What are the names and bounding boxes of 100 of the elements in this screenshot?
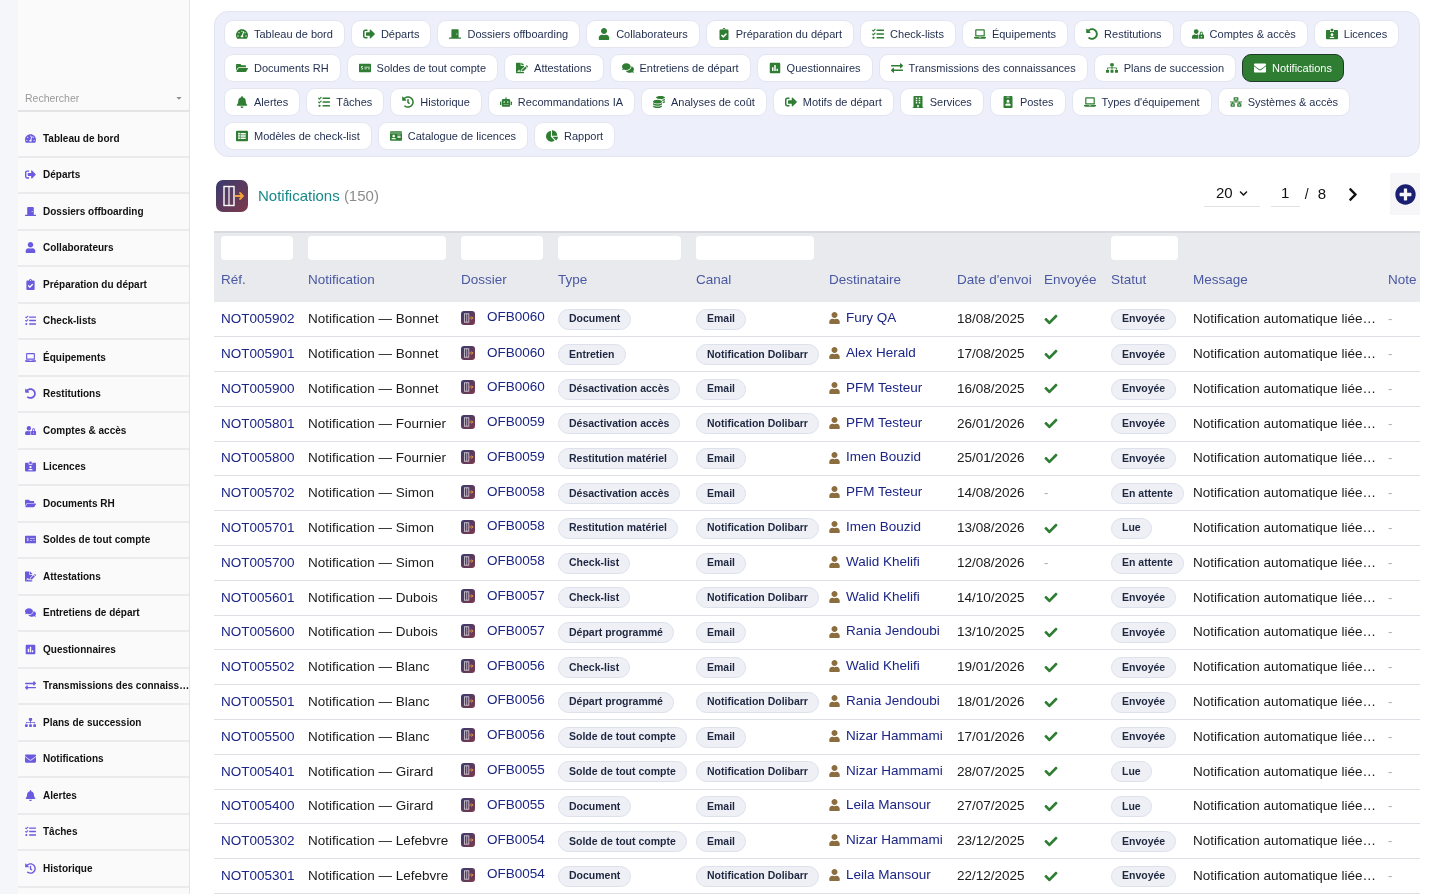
nav-tab[interactable]: Notifications [1242,54,1344,82]
recipient-link[interactable]: Walid Khelifi [846,551,920,573]
reference-link[interactable]: NOT005900 [221,380,295,396]
nav-tab[interactable]: Dossiers offboarding [437,20,581,48]
recipient-link[interactable]: Leila Mansour [846,795,931,816]
sidebar-item[interactable]: Alertes [18,778,189,815]
nav-tab[interactable]: Attestations [504,54,604,82]
sidebar-item[interactable]: Questionnaires [18,632,189,669]
reference-link[interactable]: NOT005401 [221,763,295,779]
page-size-select[interactable]: 20 [1203,181,1260,207]
nav-tab[interactable]: Motifs de départ [772,88,894,116]
dossier-link[interactable]: OFB0059 [487,446,545,468]
sidebar-item[interactable]: Tâches [18,814,189,851]
nav-tab[interactable]: Historique [390,88,482,116]
nav-tab[interactable]: Rapport [534,122,616,150]
sidebar-item[interactable]: Collaborateurs [18,230,189,267]
reference-link[interactable]: NOT005501 [221,694,295,710]
reference-link[interactable]: NOT005901 [221,346,295,362]
recipient-link[interactable]: Walid Khelifi [846,586,920,607]
recipient-link[interactable]: Fury QA [846,307,897,329]
reference-link[interactable]: NOT005601 [221,589,295,605]
dossier-link[interactable]: OFB0060 [487,377,545,398]
recipient-link[interactable]: Imen Bouzid [846,447,922,468]
reference-link[interactable]: NOT005600 [221,624,295,640]
recipient-link[interactable]: Nizar Hammami [846,830,943,851]
column-header[interactable]: Notification [308,272,375,287]
add-button[interactable] [1390,173,1420,215]
nav-tab[interactable]: Services [899,88,984,116]
dossier-link[interactable]: OFB0056 [487,655,545,676]
nav-tab[interactable]: Postes [989,88,1066,116]
nav-tab[interactable]: Systèmes & accès [1217,88,1351,116]
nav-tab[interactable]: Tâches [306,88,385,116]
nav-tab[interactable]: Transmissions des connaissances [878,54,1088,82]
dossier-link[interactable]: OFB0058 [487,551,545,572]
nav-tab[interactable]: Restitutions [1074,20,1174,48]
sidebar-item[interactable]: Restitutions [18,376,189,413]
reference-link[interactable]: NOT005502 [221,659,295,675]
dossier-link[interactable]: OFB0055 [487,760,545,781]
search-field[interactable]: Rechercher [18,86,189,112]
sidebar-item[interactable]: Notifications [18,741,189,778]
column-header[interactable]: Statut [1111,272,1147,287]
recipient-link[interactable]: PFM Testeur [846,412,923,433]
nav-tab[interactable]: Types d'équipement [1071,88,1212,116]
sidebar-item[interactable]: Transmissions des connaiss… [18,668,189,705]
nav-tab[interactable]: Entretiens de départ [609,54,751,82]
dossier-link[interactable]: OFB0059 [487,412,545,433]
nav-tab[interactable]: Équipements [961,20,1069,48]
dossier-link[interactable]: OFB0057 [487,620,545,642]
recipient-link[interactable]: Rania Jendoubi [846,621,940,642]
column-header[interactable]: Message [1193,272,1248,287]
recipient-link[interactable]: Nizar Hammami [846,725,943,746]
column-header[interactable]: Dossier [461,272,507,287]
nav-tab[interactable]: Tableau de bord [224,20,345,48]
sidebar-item[interactable]: Comptes & accès [18,413,189,450]
nav-tab[interactable]: Départs [350,20,432,48]
nav-tab[interactable]: Plans de succession [1093,54,1236,82]
nav-tab[interactable]: Questionnaires [756,54,873,82]
dossier-link[interactable]: OFB0055 [487,794,545,816]
sidebar-item[interactable]: Préparation du départ [18,267,189,304]
dossier-link[interactable]: OFB0060 [487,342,545,363]
sidebar-item[interactable]: Soldes de tout compte [18,522,189,559]
nav-tab[interactable]: Recommandations IA [487,88,636,116]
reference-link[interactable]: NOT005400 [221,798,295,814]
recipient-link[interactable]: PFM Testeur [846,482,923,503]
nav-tab[interactable]: Soldes de tout compte [346,54,499,82]
sidebar-item[interactable]: Départs [18,157,189,194]
nav-tab[interactable]: Collaborateurs [586,20,700,48]
nav-tab[interactable]: Catalogue de licences [377,122,529,150]
column-header[interactable]: Envoyée [1044,272,1097,287]
column-header[interactable]: Réf. [221,272,246,287]
reference-link[interactable]: NOT005301 [221,868,295,883]
nav-tab[interactable]: Modèles de check-list [224,122,372,150]
dossier-link[interactable]: OFB0054 [487,829,545,850]
reference-link[interactable]: NOT005302 [221,833,295,849]
sidebar-item[interactable]: Documents RH [18,486,189,523]
column-header[interactable]: Note [1388,272,1417,287]
nav-tab[interactable]: Préparation du départ [705,20,855,48]
recipient-link[interactable]: Walid Khelifi [846,656,920,677]
nav-tab[interactable]: Documents RH [224,54,341,82]
recipient-link[interactable]: Rania Jendoubi [846,690,940,712]
column-header[interactable]: Destinataire [829,272,902,287]
dossier-link[interactable]: OFB0058 [487,481,545,502]
sidebar-item[interactable]: Plans de succession [18,705,189,742]
column-header[interactable]: Canal [696,272,732,287]
reference-link[interactable]: NOT005902 [221,311,295,326]
sidebar-item[interactable]: Historique [18,851,189,888]
dossier-link[interactable]: OFB0060 [487,307,545,328]
reference-link[interactable]: NOT005800 [221,450,295,466]
column-header[interactable]: Type [558,272,588,287]
recipient-link[interactable]: PFM Testeur [846,377,923,399]
recipient-link[interactable]: Imen Bouzid [846,517,922,538]
nav-tab[interactable]: Analyses de coût [641,88,767,116]
dossier-link[interactable]: OFB0054 [487,864,545,885]
sidebar-item[interactable]: Attestations [18,559,189,596]
dossier-link[interactable]: OFB0057 [487,586,545,607]
reference-link[interactable]: NOT005701 [221,520,295,536]
reference-link[interactable]: NOT005700 [221,554,295,570]
sidebar-item[interactable]: Équipements [18,340,189,377]
sidebar-item[interactable]: Licences [18,449,189,486]
dossier-link[interactable]: OFB0058 [487,516,545,537]
